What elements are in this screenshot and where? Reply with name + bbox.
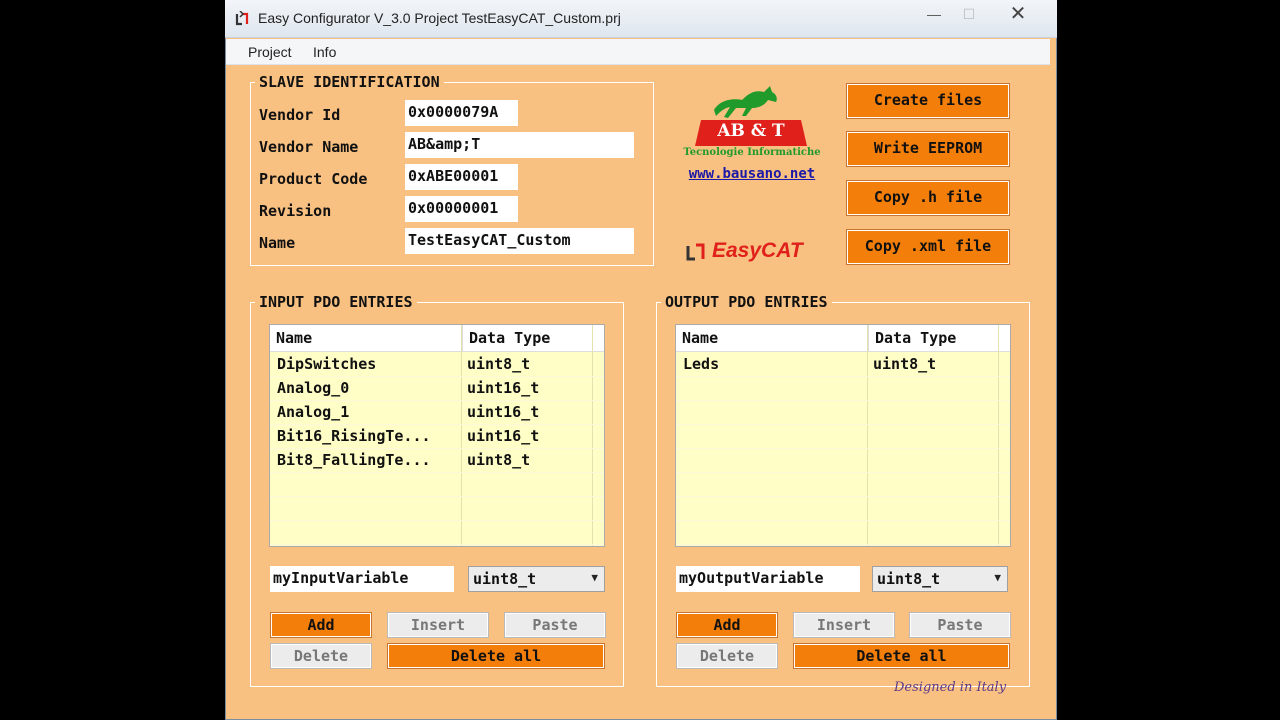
empty-row: [676, 376, 1010, 401]
input-add-button[interactable]: Add: [270, 612, 372, 638]
chevron-down-icon: ▼: [994, 571, 1001, 584]
empty-row: [676, 472, 1010, 497]
empty-row: [270, 520, 604, 545]
output-add-button[interactable]: Add: [676, 612, 778, 638]
row-type: uint8_t: [467, 451, 531, 469]
write-eeprom-button[interactable]: Write EEPROM: [846, 131, 1010, 167]
output-pdo-list[interactable]: Name Data Type Leds uint8_t: [675, 324, 1011, 547]
row-type: uint8_t: [467, 355, 531, 373]
row-type: uint16_t: [467, 379, 540, 397]
input-variable-name-field[interactable]: myInputVariable: [270, 566, 454, 592]
input-col-datatype[interactable]: Data Type: [462, 325, 592, 351]
output-pdo-title: OUTPUT PDO ENTRIES: [661, 293, 832, 311]
vendor-name-field[interactable]: AB&amp;T: [405, 132, 634, 158]
maximize-button[interactable]: ☐: [952, 4, 986, 26]
input-paste-button[interactable]: Paste: [504, 612, 606, 638]
empty-row: [676, 496, 1010, 521]
website-link[interactable]: www.bausano.net: [677, 166, 827, 182]
name-label: Name: [259, 234, 296, 252]
output-list-header: Name Data Type: [676, 325, 1010, 352]
output-col-datatype[interactable]: Data Type: [868, 325, 998, 351]
chevron-down-icon: ▼: [591, 571, 598, 584]
empty-row: [676, 520, 1010, 545]
menu-project[interactable]: Project: [248, 44, 292, 60]
empty-row: [270, 472, 604, 497]
easycat-logo-text: EasyCAT: [712, 239, 803, 262]
minimize-button[interactable]: —: [918, 4, 950, 26]
output-datatype-value: uint8_t: [877, 570, 941, 588]
empty-row: [270, 496, 604, 521]
menu-bar: [226, 39, 1050, 65]
input-pdo-title: INPUT PDO ENTRIES: [255, 293, 417, 311]
revision-field[interactable]: 0x00000001: [405, 196, 518, 222]
copy-xml-file-button[interactable]: Copy .xml file: [846, 229, 1010, 265]
input-delete-all-button[interactable]: Delete all: [387, 643, 605, 669]
window-title: Easy Configurator V_3.0 Project TestEasy…: [258, 10, 621, 26]
easycat-app-icon: [234, 10, 250, 27]
output-variable-name-field[interactable]: myOutputVariable: [676, 566, 860, 592]
empty-row: [676, 448, 1010, 473]
easycat-logo-icon: [685, 242, 707, 262]
name-field[interactable]: TestEasyCAT_Custom: [405, 228, 634, 254]
table-row[interactable]: Leds uint8_t: [676, 352, 1010, 377]
vendor-id-field[interactable]: 0x0000079A: [405, 100, 518, 126]
input-datatype-value: uint8_t: [473, 570, 537, 588]
output-datatype-select[interactable]: uint8_t ▼: [872, 566, 1008, 592]
output-insert-button[interactable]: Insert: [793, 612, 895, 638]
row-name: Leds: [683, 355, 720, 373]
input-datatype-select[interactable]: uint8_t ▼: [468, 566, 605, 592]
input-pdo-list[interactable]: Name Data Type DipSwitches uint8_t Analog…: [269, 324, 605, 547]
input-list-header: Name Data Type: [270, 325, 604, 352]
output-delete-button[interactable]: Delete: [676, 643, 778, 669]
vendor-id-label: Vendor Id: [259, 106, 341, 124]
row-name: Bit8_FallingTe...: [277, 451, 431, 469]
row-type: uint16_t: [467, 403, 540, 421]
table-row[interactable]: Analog_1 uint16_t: [270, 400, 604, 425]
table-row[interactable]: Analog_0 uint16_t: [270, 376, 604, 401]
output-paste-button[interactable]: Paste: [909, 612, 1011, 638]
logo-brand: AB & T: [717, 121, 785, 141]
row-type: uint8_t: [873, 355, 937, 373]
logo-tagline: Tecnologie Informatiche: [683, 147, 821, 158]
row-type: uint16_t: [467, 427, 540, 445]
input-col-name[interactable]: Name: [270, 325, 460, 351]
row-name: Bit16_RisingTe...: [277, 427, 431, 445]
vendor-name-label: Vendor Name: [259, 138, 359, 156]
table-row[interactable]: Bit16_RisingTe... uint16_t: [270, 424, 604, 449]
input-delete-button[interactable]: Delete: [270, 643, 372, 669]
designed-in-italy-label: Designed in Italy: [894, 680, 1007, 695]
product-code-label: Product Code: [259, 170, 368, 188]
close-button[interactable]: ✕: [987, 4, 1049, 26]
slave-identification-title: SLAVE IDENTIFICATION: [255, 73, 444, 91]
copy-h-file-button[interactable]: Copy .h file: [846, 180, 1010, 216]
empty-row: [676, 400, 1010, 425]
row-name: Analog_0: [277, 379, 350, 397]
create-files-button[interactable]: Create files: [846, 83, 1010, 119]
row-name: Analog_1: [277, 403, 350, 421]
product-code-field[interactable]: 0xABE00001: [405, 164, 518, 190]
output-col-name[interactable]: Name: [676, 325, 866, 351]
input-insert-button[interactable]: Insert: [387, 612, 489, 638]
revision-label: Revision: [259, 202, 332, 220]
menu-info[interactable]: Info: [313, 44, 336, 60]
row-name: DipSwitches: [277, 355, 377, 373]
table-row[interactable]: DipSwitches uint8_t: [270, 352, 604, 377]
empty-row: [676, 424, 1010, 449]
table-row[interactable]: Bit8_FallingTe... uint8_t: [270, 448, 604, 473]
output-delete-all-button[interactable]: Delete all: [793, 643, 1010, 669]
